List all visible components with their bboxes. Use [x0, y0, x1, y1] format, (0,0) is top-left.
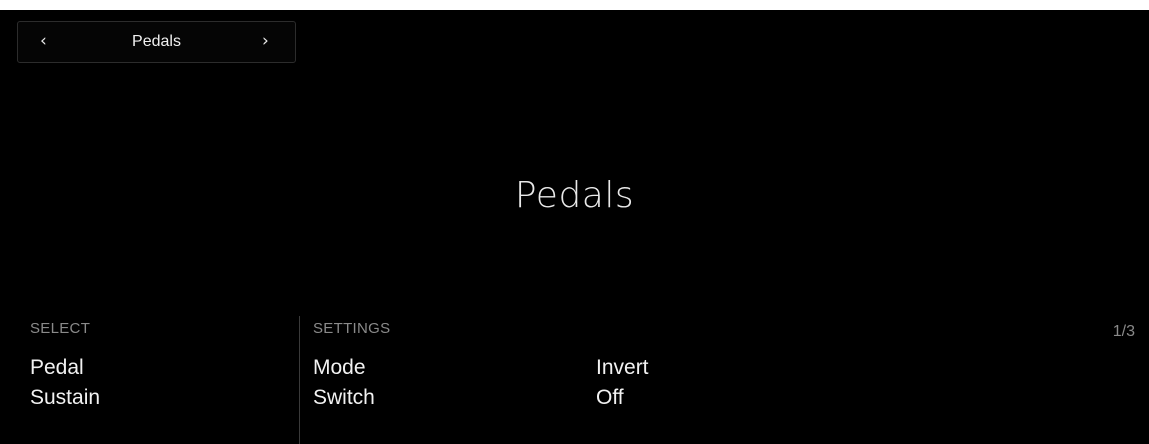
top-strip [0, 0, 1149, 10]
setting-mode-name[interactable]: Mode [313, 356, 366, 380]
setting-invert-name[interactable]: Invert [596, 356, 649, 380]
nav-title: Pedals [132, 33, 181, 50]
page-navigator: ‹ Pedals › [17, 21, 296, 63]
setting-mode-value[interactable]: Switch [313, 386, 375, 410]
chevron-right-icon[interactable]: › [262, 31, 269, 51]
page-indicator: 1/3 [1112, 323, 1135, 340]
device-screen: ‹ Pedals › Pedals SELECT Pedal Sustain S… [0, 10, 1149, 444]
section-divider [299, 316, 300, 444]
select-section-label: SELECT [30, 320, 91, 337]
settings-section-label: SETTINGS [313, 320, 391, 337]
setting-invert-value[interactable]: Off [596, 386, 624, 410]
page-title: Pedals [514, 175, 635, 216]
select-param-name[interactable]: Pedal [30, 356, 84, 380]
select-param-value[interactable]: Sustain [30, 386, 100, 410]
